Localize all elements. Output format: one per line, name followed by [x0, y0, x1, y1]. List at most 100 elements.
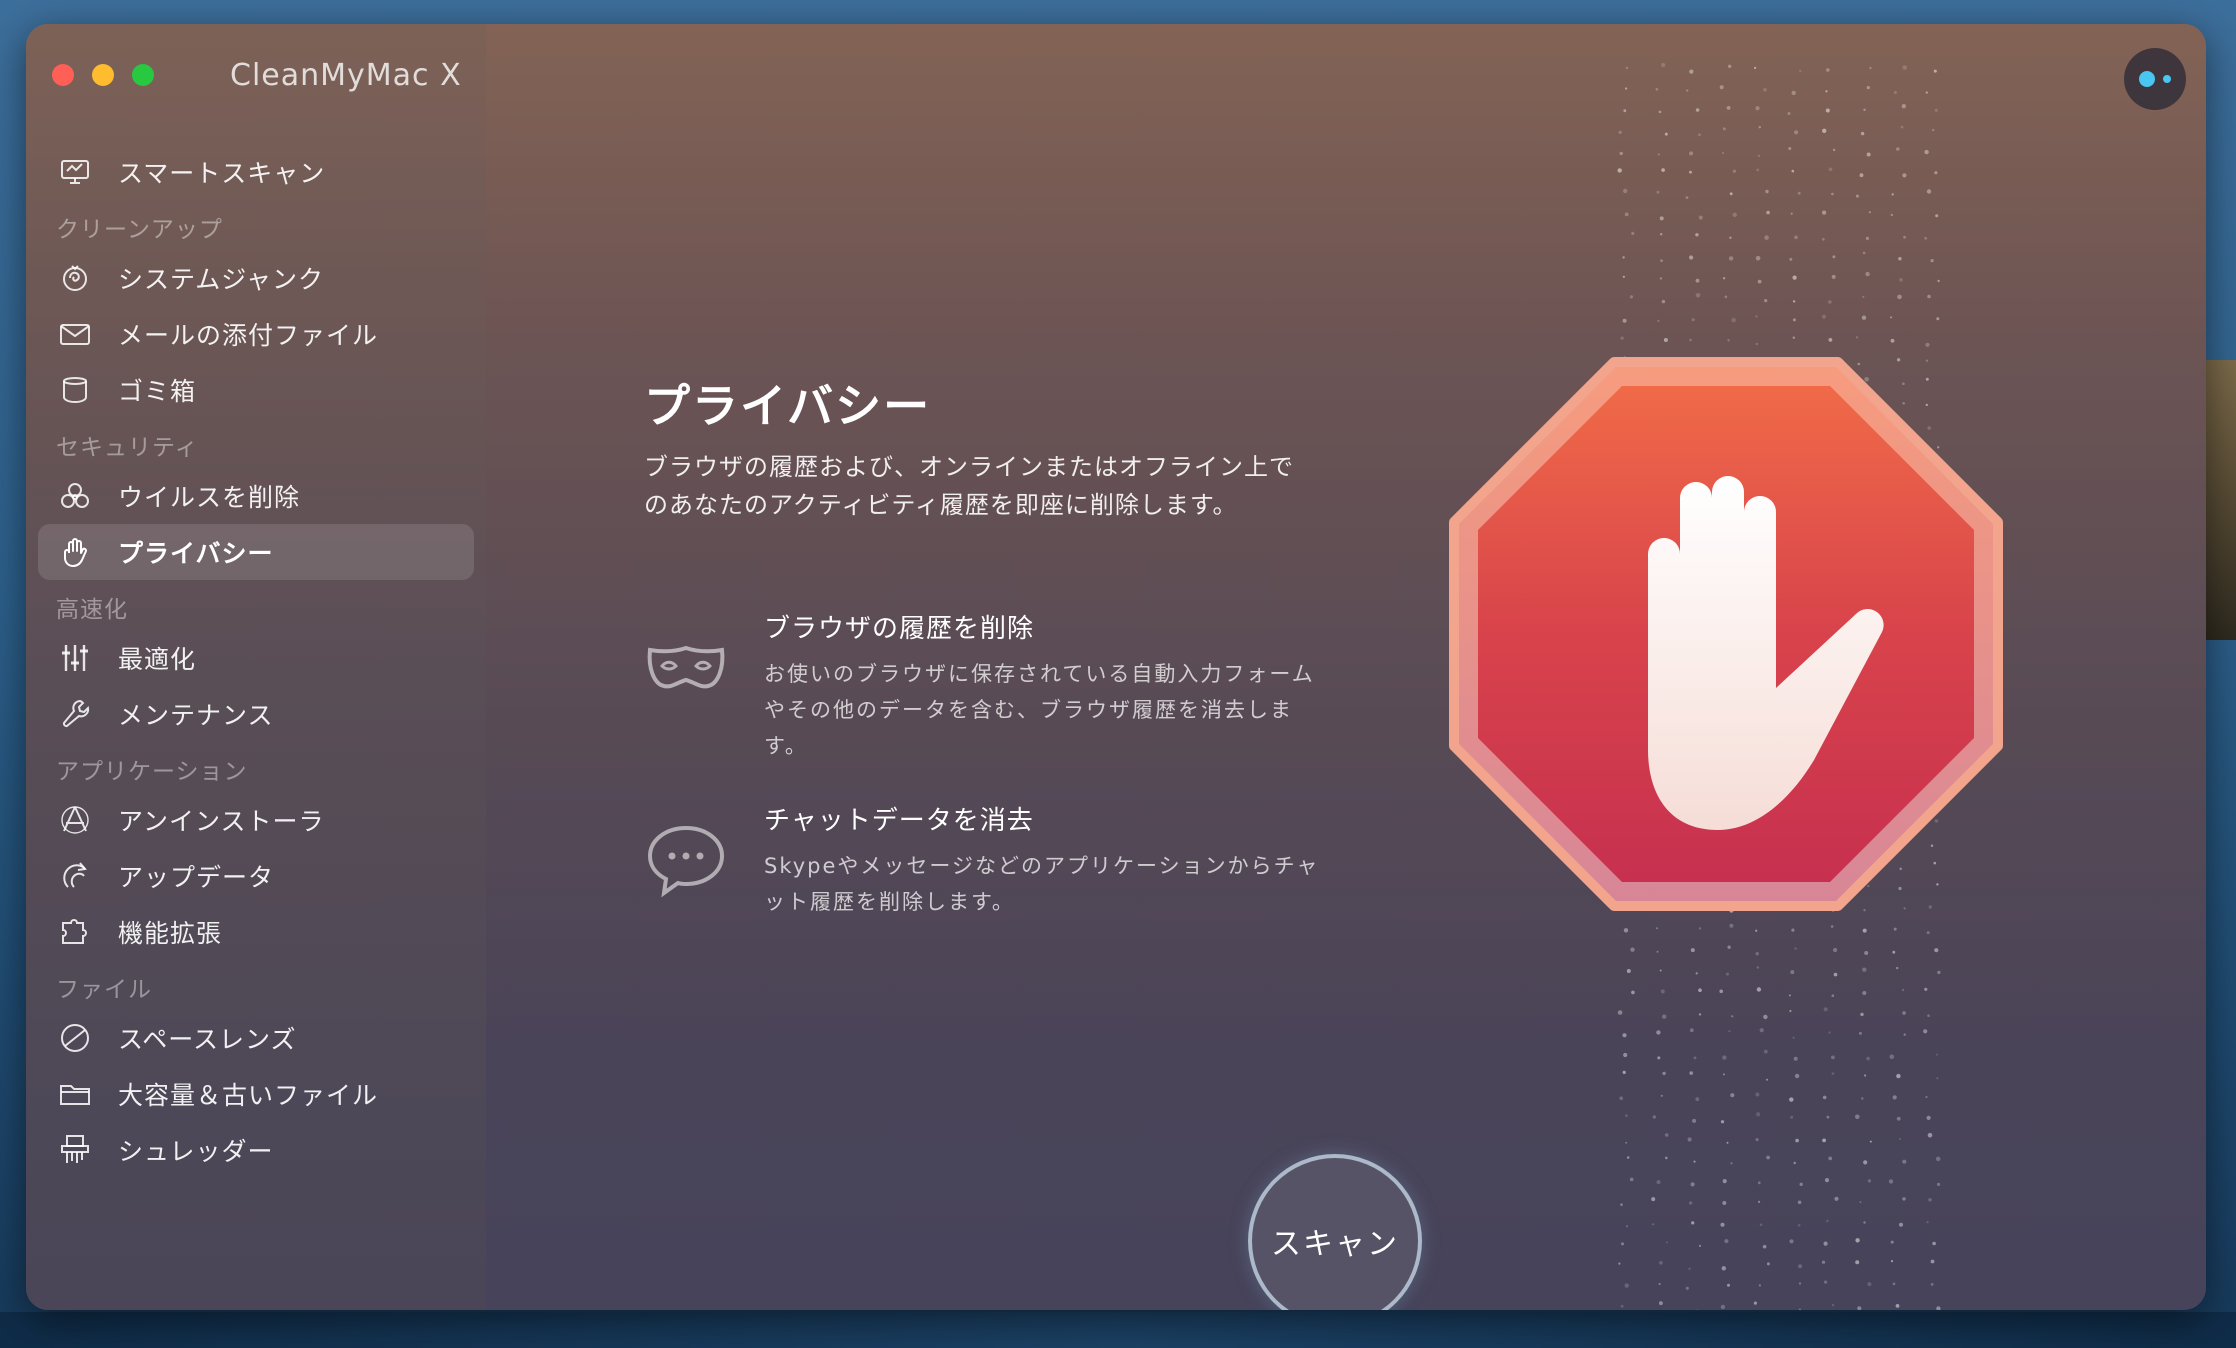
scan-button[interactable]: スキャン [1248, 1154, 1422, 1310]
decorative-dot [1763, 88, 1767, 92]
decorative-dot [1860, 131, 1865, 136]
decorative-dot [1731, 1015, 1734, 1018]
decorative-dot [1657, 1056, 1661, 1060]
close-window-button[interactable] [52, 64, 74, 86]
decorative-dot [1651, 1197, 1656, 1202]
decorative-dot [1834, 1196, 1839, 1201]
decorative-dot [1764, 299, 1768, 303]
updater-icon [56, 857, 94, 895]
decorative-dot [1659, 1261, 1663, 1265]
decorative-dot [1695, 293, 1701, 298]
decorative-dot [1903, 1033, 1906, 1036]
sidebar-item-updater[interactable]: アップデータ [38, 848, 474, 904]
sidebar-item-optimization[interactable]: 最適化 [38, 630, 474, 686]
decorative-dot [1833, 947, 1838, 953]
decorative-dot [1759, 1028, 1764, 1033]
decorative-dot [1867, 1282, 1872, 1287]
decorative-dot [1720, 1222, 1725, 1227]
sidebar-item-label: シュレッダー [118, 1137, 274, 1166]
decorative-dot [1788, 147, 1792, 150]
decorative-dot [1926, 1115, 1931, 1120]
sidebar-item-mail-attachments[interactable]: メールの添付ファイル [38, 306, 474, 362]
decorative-dot [1862, 251, 1866, 255]
decorative-dot [1690, 948, 1695, 953]
sidebar-item-malware-removal[interactable]: ウイルスを削除 [38, 468, 474, 524]
decorative-dot [1695, 233, 1699, 237]
decorative-dot [1657, 153, 1660, 156]
decorative-dot [1766, 210, 1770, 215]
decorative-dot [1926, 1221, 1929, 1224]
decorative-dot [1903, 235, 1906, 239]
decorative-dot [1864, 951, 1869, 955]
decorative-dot [1722, 127, 1726, 131]
extension-icon [56, 913, 94, 951]
decorative-dot [1869, 66, 1872, 70]
decorative-dot [1889, 1054, 1895, 1060]
decorative-dot [1822, 128, 1827, 133]
sidebar-item-large-old-files[interactable]: 大容量＆古いファイル [38, 1066, 474, 1122]
decorative-dot [1924, 236, 1928, 240]
decorative-dot [1898, 257, 1902, 261]
decorative-dot [1625, 87, 1628, 90]
decorative-dot [1621, 1242, 1624, 1246]
sidebar-item-extensions[interactable]: 機能拡張 [38, 904, 474, 960]
sidebar-item-label: 最適化 [118, 645, 197, 674]
decorative-dot [1757, 279, 1762, 284]
zoom-window-button[interactable] [132, 64, 154, 86]
sidebar-item-space-lens[interactable]: スペースレンズ [38, 1010, 474, 1066]
sidebar-item-uninstaller[interactable]: アンインストーラ [38, 792, 474, 848]
decorative-dot [1756, 966, 1759, 969]
decorative-dot [1690, 1182, 1695, 1187]
sidebar-item-system-junk[interactable]: システムジャンク [38, 250, 474, 306]
assistant-button[interactable] [2124, 48, 2186, 110]
decorative-dot [1826, 1115, 1830, 1119]
sidebar-item-trash[interactable]: ゴミ箱 [38, 362, 474, 418]
decorative-dot [1867, 1179, 1872, 1183]
decorative-dot [1664, 132, 1668, 136]
decorative-dot [1662, 1071, 1666, 1076]
decorative-dot [1726, 1141, 1729, 1144]
decorative-dot [1753, 66, 1757, 70]
minimize-window-button[interactable] [92, 64, 114, 86]
decorative-dot [1832, 255, 1836, 259]
decorative-dot [1824, 1178, 1830, 1183]
decorative-dot [1858, 1031, 1862, 1035]
decorative-dot [1666, 1241, 1668, 1244]
section-title-files: ファイル [56, 977, 152, 1003]
decorative-dot [1934, 108, 1938, 112]
feature-description-line: やその他のデータを含む、ブラウザ履歴を消去しま [764, 698, 1293, 722]
sidebar-item-shredder[interactable]: シュレッダー [38, 1122, 474, 1178]
decorative-dot [1624, 1283, 1629, 1288]
decorative-dot [1928, 1198, 1932, 1202]
decorative-dot [1863, 1221, 1866, 1224]
decorative-dot [1937, 279, 1940, 283]
decorative-dot [1930, 259, 1934, 263]
decorative-dot [1900, 125, 1904, 129]
decorative-dot [1822, 1138, 1826, 1143]
sidebar-item-smart-scan[interactable]: スマートスキャン [38, 144, 474, 200]
decorative-dot [1625, 1114, 1628, 1117]
decorative-dot [1790, 970, 1795, 975]
decorative-dot [1689, 151, 1694, 156]
decorative-dot [1927, 294, 1931, 299]
decorative-dot [1691, 318, 1695, 322]
decorative-dot [1866, 1056, 1870, 1061]
sidebar-item-privacy[interactable]: プライバシー [38, 524, 474, 580]
wrench-icon [56, 695, 94, 733]
feature-description: お使いのブラウザに保存されている自動入力フォーム やその他のデータを含む、ブラウ… [764, 656, 1354, 764]
decorative-dot [1831, 1055, 1835, 1060]
decorative-dot [1631, 990, 1635, 995]
decorative-dot [1619, 151, 1623, 156]
sidebar-item-maintenance[interactable]: メンテナンス [38, 686, 474, 742]
decorative-dot [1890, 213, 1894, 217]
decorative-dot [1792, 318, 1796, 322]
sidebar-item-label: プライバシー [118, 539, 274, 568]
decorative-dot [1629, 295, 1633, 299]
decorative-dot [1755, 106, 1760, 111]
decorative-dot [1935, 1053, 1938, 1056]
decorative-dot [1863, 1160, 1868, 1165]
decorative-dot [1721, 1266, 1726, 1271]
decorative-dot [1924, 149, 1929, 155]
decorative-dot [1758, 1284, 1761, 1287]
decorative-dot [1825, 90, 1828, 93]
